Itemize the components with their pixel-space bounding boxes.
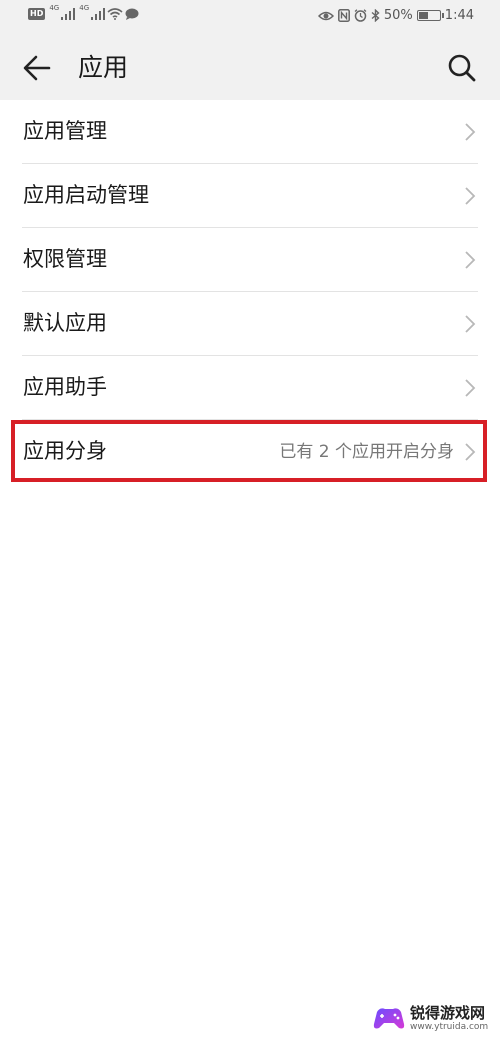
search-icon xyxy=(448,54,476,82)
list-item-value: 已有 2 个应用开启分身 xyxy=(279,442,454,462)
gamepad-logo-icon xyxy=(373,1008,405,1029)
hd-badge: HD xyxy=(28,8,46,20)
settings-screen: HD 4G 4G 50% 1:44 应用 应用管理 应用启动管理 权限管理 默认… xyxy=(0,0,500,1039)
list-item-label: 应用启动管理 xyxy=(23,183,149,207)
signal-icon xyxy=(91,8,106,20)
chevron-right-icon xyxy=(465,443,476,461)
battery-percent: 50% xyxy=(383,8,413,23)
chevron-right-icon xyxy=(465,123,476,141)
list-item-permission-management[interactable]: 权限管理 xyxy=(0,228,500,292)
list-item-default-apps[interactable]: 默认应用 xyxy=(0,292,500,356)
message-icon xyxy=(125,8,139,20)
battery-icon xyxy=(416,10,444,21)
watermark-text: 锐得游戏网 www.ytruida.com xyxy=(410,1004,488,1033)
status-time: 1:44 xyxy=(444,8,474,23)
battery-level-fill xyxy=(418,12,429,19)
network-type-2: 4G xyxy=(79,4,90,12)
header: 应用 xyxy=(0,36,500,100)
list-item-label: 权限管理 xyxy=(23,247,107,271)
bluetooth-icon xyxy=(371,9,380,22)
chevron-right-icon xyxy=(465,251,476,269)
nfc-icon xyxy=(337,9,350,22)
search-button[interactable] xyxy=(446,52,478,84)
watermark-url: www.ytruida.com xyxy=(410,1021,489,1032)
list-item-startup-management[interactable]: 应用启动管理 xyxy=(0,164,500,228)
page-title: 应用 xyxy=(78,53,129,82)
site-watermark: 锐得游戏网 www.ytruida.com xyxy=(372,1000,496,1036)
status-bar: HD 4G 4G 50% 1:44 xyxy=(0,0,500,36)
network-type-1: 4G xyxy=(49,4,60,12)
watermark-title: 锐得游戏网 xyxy=(410,1003,486,1022)
back-button[interactable] xyxy=(22,54,52,82)
arrow-left-icon xyxy=(23,55,51,81)
list-item-label: 应用助手 xyxy=(23,375,107,399)
signal-icon xyxy=(61,8,76,20)
list-item-label: 默认应用 xyxy=(23,311,107,335)
list-item-label: 应用分身 xyxy=(23,439,107,463)
wifi-icon xyxy=(107,8,123,20)
list-item-app-management[interactable]: 应用管理 xyxy=(0,100,500,164)
alarm-icon xyxy=(354,9,367,22)
list-item-app-assistant[interactable]: 应用助手 xyxy=(0,356,500,420)
settings-list: 应用管理 应用启动管理 权限管理 默认应用 应用助手 应用分身 已有 2 个应用… xyxy=(0,100,500,484)
eye-comfort-icon xyxy=(317,11,334,20)
list-item-app-twin[interactable]: 应用分身 已有 2 个应用开启分身 xyxy=(0,420,500,484)
chevron-right-icon xyxy=(465,379,476,397)
list-item-label: 应用管理 xyxy=(23,119,107,143)
status-left: HD 4G 4G xyxy=(28,4,139,20)
chevron-right-icon xyxy=(465,315,476,333)
chevron-right-icon xyxy=(465,187,476,205)
status-right: 50% 1:44 xyxy=(317,8,474,23)
